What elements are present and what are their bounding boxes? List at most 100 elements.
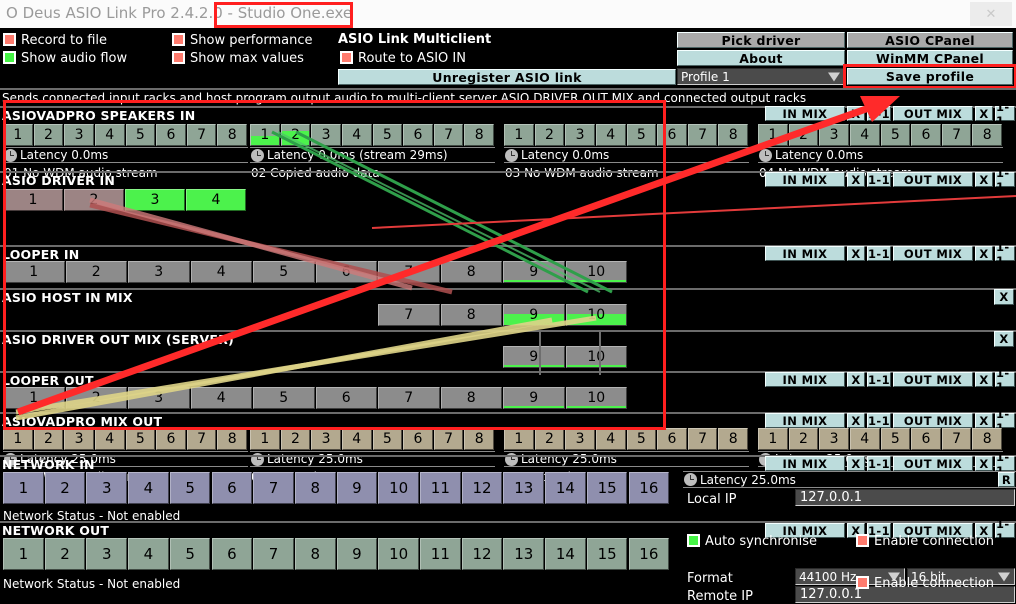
- channel-cell[interactable]: 3: [86, 472, 128, 504]
- channel-cell[interactable]: 5: [880, 428, 911, 450]
- channel-cell[interactable]: 7: [378, 261, 440, 283]
- channel-cell[interactable]: 6: [403, 428, 433, 450]
- enable-connection-out-checkbox[interactable]: [856, 576, 869, 589]
- channel-cell[interactable]: 4: [341, 124, 372, 146]
- channel-cell[interactable]: 6: [211, 538, 253, 570]
- channel-cell[interactable]: 1: [250, 124, 280, 146]
- channel-cell[interactable]: 7: [378, 304, 440, 326]
- channel-cell[interactable]: 2: [280, 428, 311, 450]
- channel-cell[interactable]: 12: [461, 472, 503, 504]
- channel-cell[interactable]: 3: [565, 428, 595, 450]
- channel-cell[interactable]: 1: [3, 124, 33, 146]
- channel-cell[interactable]: 7: [433, 428, 464, 450]
- channel-cell[interactable]: 9: [503, 261, 565, 283]
- channel-cell[interactable]: 2: [534, 428, 565, 450]
- channel-cell[interactable]: 7: [941, 428, 972, 450]
- channel-cell[interactable]: 2: [280, 124, 311, 146]
- channel-cell[interactable]: 7: [253, 472, 294, 504]
- option-show-performance[interactable]: Show performance: [172, 33, 312, 48]
- channel-cell[interactable]: 8: [718, 428, 748, 450]
- out-mix-1-1-button-network-out[interactable]: 1-1: [995, 517, 1015, 545]
- channel-cell[interactable]: 5: [880, 124, 911, 146]
- close-button-driver-out-mix[interactable]: X: [994, 331, 1014, 347]
- out-mix-button-driver-in[interactable]: OUT MIX: [893, 172, 973, 187]
- channel-cell[interactable]: 1: [3, 538, 44, 570]
- channel-cell[interactable]: 7: [433, 124, 464, 146]
- channel-cell[interactable]: 6: [315, 387, 377, 409]
- in-mix-x-button-looper-in[interactable]: X: [847, 246, 865, 261]
- in-mix-1-1-button-speakers[interactable]: 1-1: [867, 106, 891, 121]
- in-mix-1-1-button-driver-in[interactable]: 1-1: [867, 172, 891, 187]
- channel-cell[interactable]: 3: [311, 428, 341, 450]
- channel-cell[interactable]: 5: [626, 124, 657, 146]
- channel-cell[interactable]: 5: [169, 538, 211, 570]
- channel-cell[interactable]: 5: [125, 124, 156, 146]
- channel-cell[interactable]: 1: [3, 428, 33, 450]
- channel-cell[interactable]: 10: [565, 304, 627, 326]
- out-mix-button-looper-in[interactable]: OUT MIX: [893, 246, 973, 261]
- channel-cell[interactable]: 1: [504, 124, 534, 146]
- channel-cell[interactable]: 7: [687, 124, 718, 146]
- channel-cell[interactable]: 3: [128, 261, 190, 283]
- window-close-button[interactable]: ✕: [970, 2, 1012, 26]
- channel-cell[interactable]: 8: [440, 387, 502, 409]
- out-mix-x-button-looper-out[interactable]: X: [975, 372, 993, 387]
- channel-cell[interactable]: 8: [972, 428, 1002, 450]
- channel-cell[interactable]: 1: [758, 124, 788, 146]
- out-mix-x-button-network-in[interactable]: X: [975, 456, 993, 471]
- channel-cell[interactable]: 5: [169, 472, 211, 504]
- record-to-file-checkbox[interactable]: [3, 33, 16, 46]
- channel-cell[interactable]: 6: [156, 428, 186, 450]
- option-enable-connection-out[interactable]: Enable connection: [856, 576, 994, 591]
- out-mix-button-network-in[interactable]: OUT MIX: [893, 456, 973, 471]
- channel-cell[interactable]: 10: [565, 261, 627, 283]
- channel-cell[interactable]: 5: [372, 124, 403, 146]
- channel-cell[interactable]: 9: [503, 387, 565, 409]
- channel-cell[interactable]: 8: [217, 124, 247, 146]
- channel-cell[interactable]: 9: [503, 346, 565, 368]
- channel-cell[interactable]: 1: [3, 189, 63, 211]
- reset-latency-button[interactable]: R: [998, 472, 1015, 487]
- close-button-host-in-mix[interactable]: X: [994, 289, 1014, 305]
- channel-cell[interactable]: 4: [595, 124, 626, 146]
- in-mix-1-1-button-mix-out[interactable]: 1-1: [867, 413, 891, 428]
- channel-cell[interactable]: 8: [718, 124, 748, 146]
- out-mix-x-button-driver-in[interactable]: X: [975, 172, 993, 187]
- channel-cell[interactable]: 1: [758, 428, 788, 450]
- in-mix-button-mix-out[interactable]: IN MIX: [765, 413, 845, 428]
- channel-cell[interactable]: 5: [626, 428, 657, 450]
- channel-cell[interactable]: 4: [94, 124, 125, 146]
- channel-cell[interactable]: 2: [788, 124, 819, 146]
- channel-cell[interactable]: 2: [64, 189, 124, 211]
- option-auto-synchronise[interactable]: Auto synchronise: [687, 534, 817, 549]
- channel-cell[interactable]: 1: [3, 261, 65, 283]
- channel-cell[interactable]: 8: [440, 261, 502, 283]
- channel-cell[interactable]: 3: [86, 538, 128, 570]
- out-mix-x-button-looper-in[interactable]: X: [975, 246, 993, 261]
- option-show-audio-flow[interactable]: Show audio flow: [3, 51, 127, 66]
- show-max-values-checkbox[interactable]: [172, 51, 185, 64]
- channel-cell[interactable]: 3: [819, 428, 849, 450]
- in-mix-button-driver-in[interactable]: IN MIX: [765, 172, 845, 187]
- channel-cell[interactable]: 4: [849, 124, 880, 146]
- channel-cell[interactable]: 1: [250, 428, 280, 450]
- channel-cell[interactable]: 12: [461, 538, 503, 570]
- in-mix-x-button-mix-out[interactable]: X: [847, 413, 865, 428]
- channel-cell[interactable]: 5: [253, 387, 315, 409]
- in-mix-x-button-driver-in[interactable]: X: [847, 172, 865, 187]
- channel-cell[interactable]: 4: [849, 428, 880, 450]
- channel-cell[interactable]: 5: [372, 428, 403, 450]
- channel-cell[interactable]: 6: [315, 261, 377, 283]
- channel-cell[interactable]: 4: [94, 428, 125, 450]
- channel-cell[interactable]: 2: [33, 428, 64, 450]
- in-mix-button-looper-out[interactable]: IN MIX: [765, 372, 845, 387]
- out-mix-1-1-button-speakers[interactable]: 1-1: [995, 100, 1015, 128]
- channel-cell[interactable]: 3: [311, 124, 341, 146]
- pick-driver-button[interactable]: Pick driver: [677, 32, 845, 48]
- channel-cell[interactable]: 2: [44, 538, 86, 570]
- in-mix-1-1-button-looper-in[interactable]: 1-1: [867, 246, 891, 261]
- channel-cell[interactable]: 2: [534, 124, 565, 146]
- channel-cell[interactable]: 15: [586, 472, 628, 504]
- in-mix-button-looper-in[interactable]: IN MIX: [765, 246, 845, 261]
- out-mix-1-1-button-network-in[interactable]: 1-1: [995, 450, 1015, 478]
